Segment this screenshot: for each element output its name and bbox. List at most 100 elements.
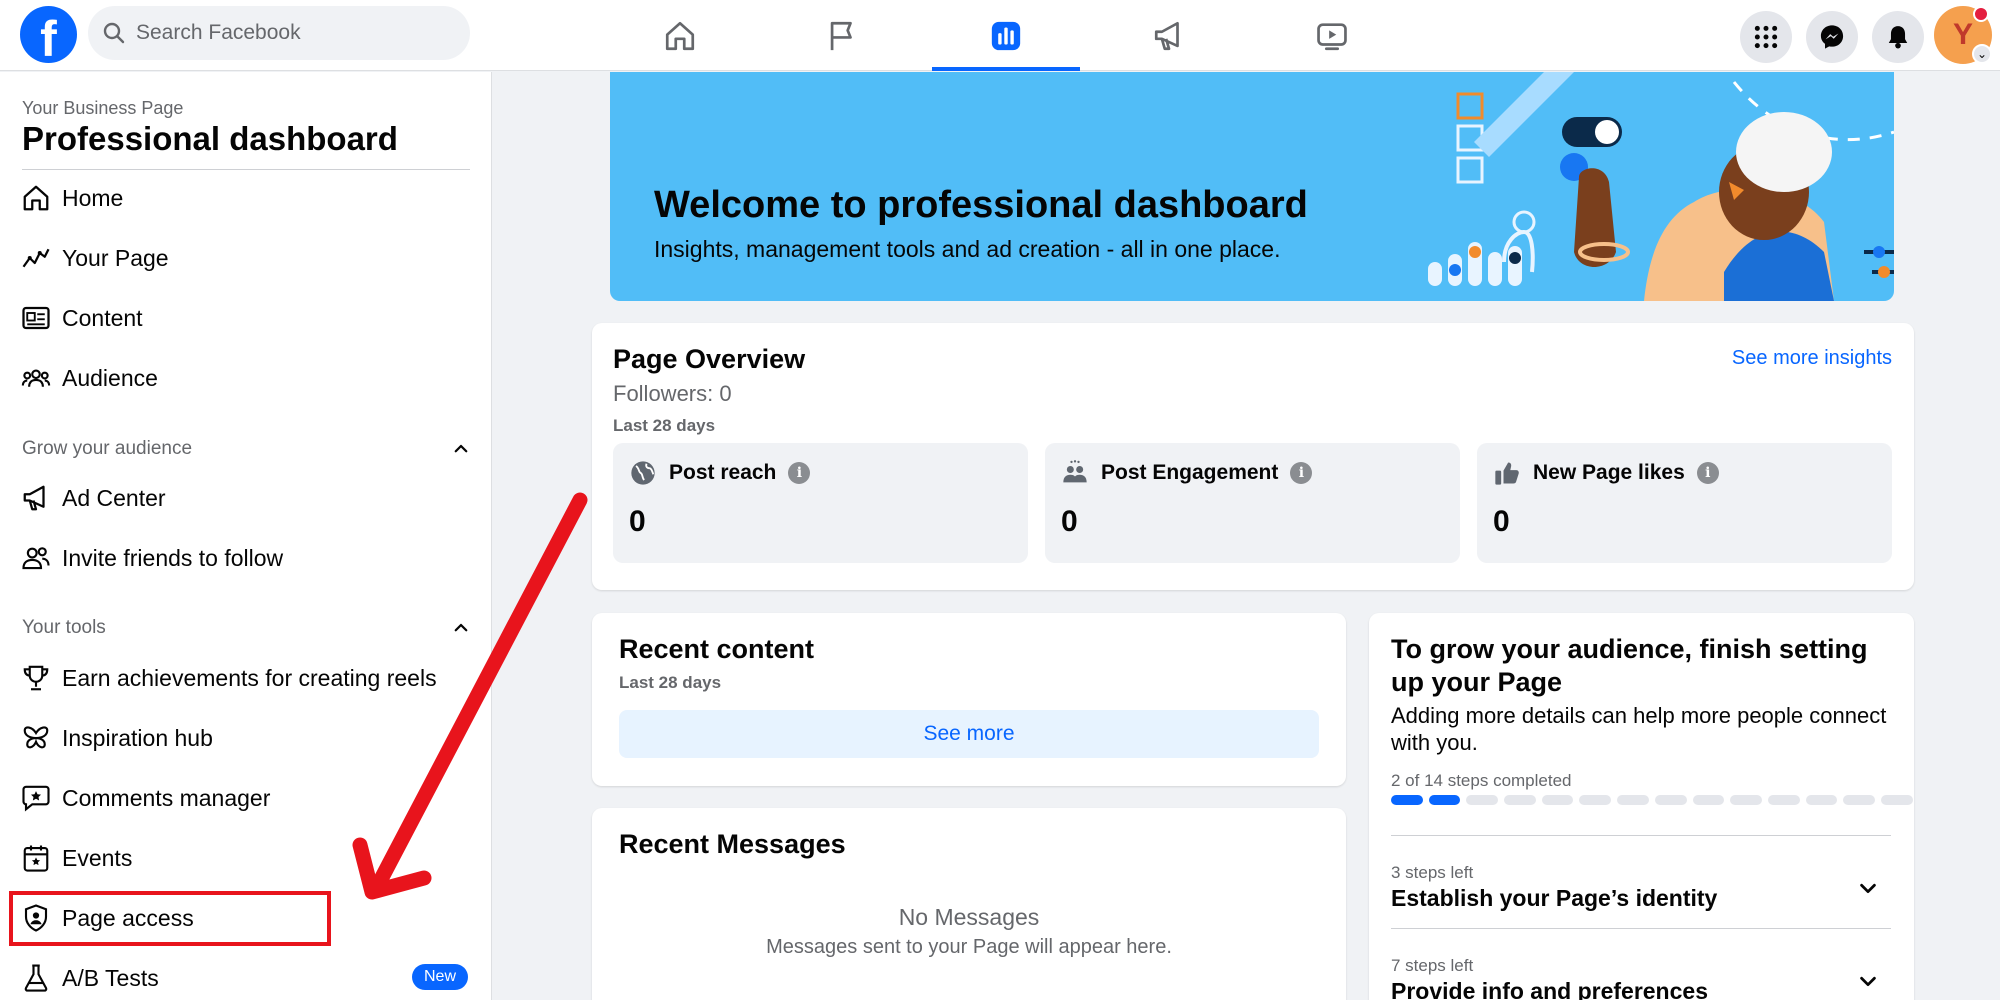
see-more-insights-link[interactable]: See more insights (1732, 347, 1892, 370)
banner-illustration (1428, 72, 1894, 301)
nav-tab-ads[interactable] (1095, 0, 1243, 71)
banner-subtitle: Insights, management tools and ad creati… (654, 236, 1281, 262)
page-subtitle: Your Business Page (22, 98, 184, 118)
steps-left: 7 steps left (1391, 956, 1474, 975)
top-navigation-bar: f Y ⌄ (0, 0, 2000, 71)
progress-step (1654, 795, 1687, 805)
progress-step (1428, 795, 1461, 805)
sidebar-item-label: Invite friends to follow (62, 544, 284, 571)
sidebar-item-achievements[interactable]: Earn achievements for creating reels (10, 652, 478, 704)
search-icon (103, 22, 125, 44)
card-title: To grow your audience, finish setting up… (1391, 634, 1868, 697)
sidebar-item-label: Audience (62, 364, 158, 391)
progress-step (1730, 795, 1762, 805)
sidebar-item-inspiration-hub[interactable]: Inspiration hub (10, 712, 478, 764)
card-title: Page Overview (613, 344, 806, 374)
sidebar-item-label: Ad Center (62, 484, 166, 511)
sidebar-item-your-page[interactable]: Your Page (10, 232, 478, 284)
new-badge: New (411, 964, 468, 990)
sidebar-item-home[interactable]: Home (10, 172, 478, 224)
notification-dot (1973, 6, 1989, 22)
stat-post-reach[interactable]: Post reach i 0 (613, 443, 1028, 563)
sidebar: Your Business Page Professional dashboar… (0, 72, 492, 1000)
progress-step (1466, 795, 1499, 805)
setup-page-card: To grow your audience, finish setting up… (1369, 613, 1914, 1000)
sidebar-item-ab-tests[interactable]: A/B Tests New (10, 952, 478, 1000)
progress-step (1843, 795, 1875, 805)
content-icon (10, 292, 62, 344)
messenger-button[interactable] (1806, 11, 1858, 63)
stat-post-engagement[interactable]: Post Engagement i 0 (1045, 443, 1460, 563)
sidebar-item-content[interactable]: Content (10, 292, 478, 344)
page-title: Professional dashboard (22, 120, 398, 157)
progress-step (1767, 795, 1800, 805)
sidebar-item-invite-friends[interactable]: Invite friends to follow (10, 532, 478, 584)
sidebar-divider (22, 169, 470, 170)
megaphone-icon (10, 472, 62, 524)
chevron-up-icon[interactable] (452, 440, 470, 458)
sidebar-item-label: Home (62, 184, 124, 211)
progress-step (1692, 795, 1725, 805)
menu-button[interactable] (1740, 11, 1792, 63)
progress-step (1617, 795, 1649, 805)
recent-messages-card: Recent Messages No Messages Messages sen… (592, 808, 1346, 1000)
sidebar-item-label: Events (62, 844, 133, 871)
accordion-establish-identity[interactable]: 3 steps left Establish your Page’s ident… (1391, 863, 1891, 933)
progress-step (1541, 795, 1574, 805)
chevron-down-icon[interactable] (1857, 970, 1879, 992)
accordion-title: Establish your Page’s identity (1391, 885, 1718, 911)
section-label: Grow your audience (22, 438, 193, 459)
sidebar-item-label: Earn achievements for creating reels (62, 664, 437, 691)
setup-description: Adding more details can help more people… (1391, 703, 1887, 755)
nav-tab-video[interactable] (1258, 0, 1406, 71)
section-your-tools[interactable]: Your tools (22, 614, 470, 642)
progress-step (1391, 795, 1423, 805)
search-input[interactable] (136, 6, 456, 60)
thumbs-up-icon (1495, 462, 1519, 485)
account-chevron-icon[interactable]: ⌄ (1972, 44, 1992, 64)
divider (1391, 835, 1891, 836)
video-icon (1317, 22, 1347, 50)
stat-label: Post Engagement (1101, 461, 1279, 484)
flask-icon (10, 952, 62, 1000)
menu-grid-icon (1754, 25, 1778, 49)
chevron-up-icon[interactable] (452, 619, 470, 637)
no-messages-title: No Messages (898, 904, 1040, 930)
sidebar-item-ad-center[interactable]: Ad Center (10, 472, 478, 524)
nav-tab-pages[interactable] (768, 0, 916, 71)
notifications-button[interactable] (1872, 11, 1924, 63)
calendar-star-icon (10, 832, 62, 884)
stat-value: 0 (1061, 505, 1078, 538)
section-label: Your tools (22, 617, 106, 638)
stat-label: Post reach (669, 461, 777, 484)
butterfly-icon (10, 712, 62, 764)
stat-label: New Page likes (1533, 461, 1685, 484)
see-more-button[interactable]: See more (619, 710, 1319, 758)
sidebar-item-label: Content (62, 304, 143, 331)
facebook-logo[interactable]: f (20, 6, 77, 63)
comment-star-icon (10, 772, 62, 824)
chevron-down-icon[interactable] (1857, 877, 1879, 899)
sidebar-item-label: A/B Tests (62, 964, 159, 991)
progress-step (1880, 795, 1913, 805)
search-box[interactable] (88, 6, 470, 60)
section-grow-your-audience[interactable]: Grow your audience (22, 435, 470, 463)
sidebar-item-comments-manager[interactable]: Comments manager (10, 772, 478, 824)
sidebar-item-audience[interactable]: Audience (10, 352, 478, 404)
nav-tab-home[interactable] (606, 0, 754, 71)
accordion-title: Provide info and preferences (1391, 978, 1708, 1000)
progress-step (1805, 795, 1838, 805)
accordion-info-preferences[interactable]: 7 steps left Provide info and preference… (1391, 956, 1891, 1000)
stat-value: 0 (1493, 505, 1510, 538)
nav-tab-dashboard[interactable] (932, 0, 1080, 71)
sidebar-item-events[interactable]: Events (10, 832, 478, 884)
progress-step (1579, 795, 1612, 805)
banner-title: Welcome to professional dashboard (654, 184, 1308, 226)
stat-new-page-likes[interactable]: New Page likes i 0 (1477, 443, 1892, 563)
info-icon[interactable]: i (1290, 462, 1313, 484)
progress-step (1504, 795, 1536, 805)
page-overview-card: Page Overview Followers: 0 Last 28 days … (592, 323, 1914, 590)
steps-left: 3 steps left (1391, 863, 1474, 882)
info-icon[interactable]: i (788, 462, 811, 484)
info-icon[interactable]: i (1696, 462, 1719, 484)
